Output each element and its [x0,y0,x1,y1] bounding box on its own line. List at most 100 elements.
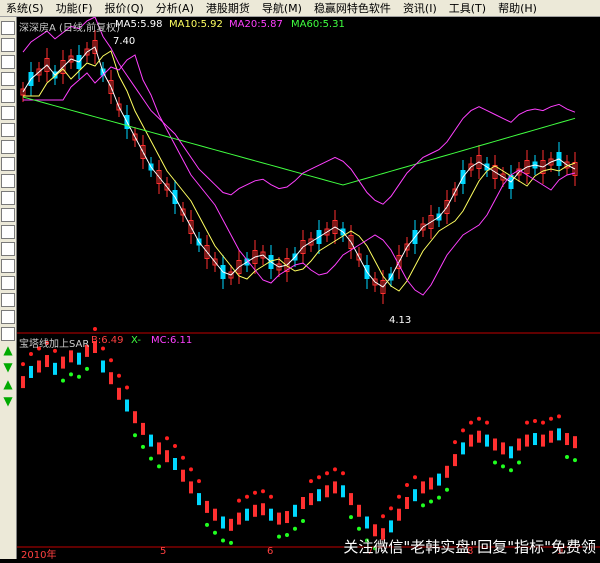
sar-dot-red [453,440,457,445]
tower-bar [53,362,57,375]
info-icon[interactable] [1,123,15,137]
compare-icon[interactable] [1,106,15,120]
tower-bar [285,511,289,524]
ma5-line [22,46,576,288]
sar-dot-red [325,471,329,476]
sar-dot-red [397,494,401,499]
tower-bar [301,497,305,509]
tower-bar [525,434,529,447]
tower-bar [317,489,321,502]
sar-dot-red [165,436,169,441]
down-arrow-icon[interactable]: ▼ [1,361,15,375]
sar-dot-red [469,420,473,425]
menu-item-7[interactable]: 资讯(I) [397,0,443,16]
down-green-icon[interactable]: ▼ [1,395,15,409]
volume-icon[interactable] [1,242,15,256]
tower-bar [173,458,177,470]
menu-item-5[interactable]: 导航(M) [256,0,308,16]
kline-icon[interactable] [1,208,15,222]
line-icon[interactable] [1,38,15,52]
sar-dot-green [301,519,305,523]
menu-item-8[interactable]: 工具(T) [443,0,492,16]
sar-dot-green [565,455,569,460]
f10-icon[interactable] [1,157,15,171]
sar-dot-green [493,460,497,465]
sar-dot-green [293,526,297,531]
tower-bar [197,493,201,506]
boll-icon[interactable] [1,293,15,307]
ma60-line [22,96,576,186]
chip-icon[interactable] [1,174,15,188]
rsi-icon[interactable] [1,259,15,273]
tower-bar [181,469,185,482]
up-green-icon[interactable]: ▲ [1,378,15,392]
sar-dot-red [101,346,105,351]
sar-icon[interactable] [1,310,15,324]
dmi-icon[interactable] [1,327,15,341]
sar-mc-label: MC:6.11 [151,335,193,346]
tower-bar [341,485,345,498]
menu-item-3[interactable]: 分析(A) [150,0,200,16]
menu-item-0[interactable]: 系统(S) [0,0,50,16]
tower-bar [253,504,257,517]
sar-dot-green [133,433,137,438]
bbs-icon[interactable] [1,191,15,205]
tower-bar [21,376,25,389]
left-toolbar: ▲ ▼ ▲ ▼ [0,17,17,559]
menu-item-9[interactable]: 帮助(H) [492,0,543,16]
sar-dot-red [341,471,345,476]
ma5-label: MA5:5.98 [115,19,163,30]
chart-area: 深深房A (日线,前复权) MA5:5.98 MA10:5.92 MA20:5.… [17,16,600,561]
tower-bar [533,433,537,446]
sar-dot-green [141,444,145,449]
tower-bar [413,489,417,502]
menu-item-1[interactable]: 功能(F) [50,0,99,16]
menu-item-4[interactable]: 港股期货 [200,0,256,16]
tower-bar [389,520,393,533]
indicator-title: 宝塔线加上SAR [19,339,90,350]
sar-dot-red [21,362,25,367]
sar-dot-green [349,515,353,520]
sar-dot-green [149,456,153,461]
tower-bar [157,442,161,455]
tower-bar [397,508,401,521]
tower-bar [309,493,313,506]
sar-dot-green [229,540,233,545]
menu-item-2[interactable]: 报价(Q) [99,0,150,16]
sar-dot-red [381,514,385,519]
tower-bar [117,387,121,400]
chart-svg [17,16,600,551]
macd-icon[interactable] [1,225,15,239]
tower-bar [421,481,425,494]
grid-icon[interactable] [1,89,15,103]
ma20-label: MA20:5.87 [229,19,283,30]
tower-bar [237,512,241,525]
chart-icon[interactable] [1,21,15,35]
tower-bar [573,436,577,449]
sar-dot-red [533,419,537,424]
tower-bar [517,438,521,451]
tower-bar [541,434,545,447]
bar-icon[interactable] [1,55,15,69]
list-icon[interactable] [1,72,15,86]
news-icon[interactable] [1,140,15,154]
sar-dot-red [405,483,409,487]
sar-dot-red [557,414,561,419]
tower-bar [365,516,369,529]
sar-dot-green [509,468,513,473]
sar-dot-red [189,467,193,472]
sar-dot-green [517,460,521,465]
kdj-icon[interactable] [1,276,15,290]
sar-dot-red [477,416,481,421]
menu-item-6[interactable]: 稳赢网特色软件 [308,0,397,16]
menu-bar: 系统(S) 功能(F) 报价(Q) 分析(A) 港股期货 导航(M) 稳赢网特色软件 资讯(I… [0,0,600,17]
sar-dot-red [29,351,33,356]
tower-bar [61,356,65,369]
sar-dot-green [445,487,449,492]
ma20-line [23,54,576,296]
up-arrow-icon[interactable]: ▲ [1,344,15,358]
tower-bar [349,493,353,506]
tower-bar [277,512,281,525]
tower-bar [453,454,457,467]
tower-bar [357,504,361,517]
